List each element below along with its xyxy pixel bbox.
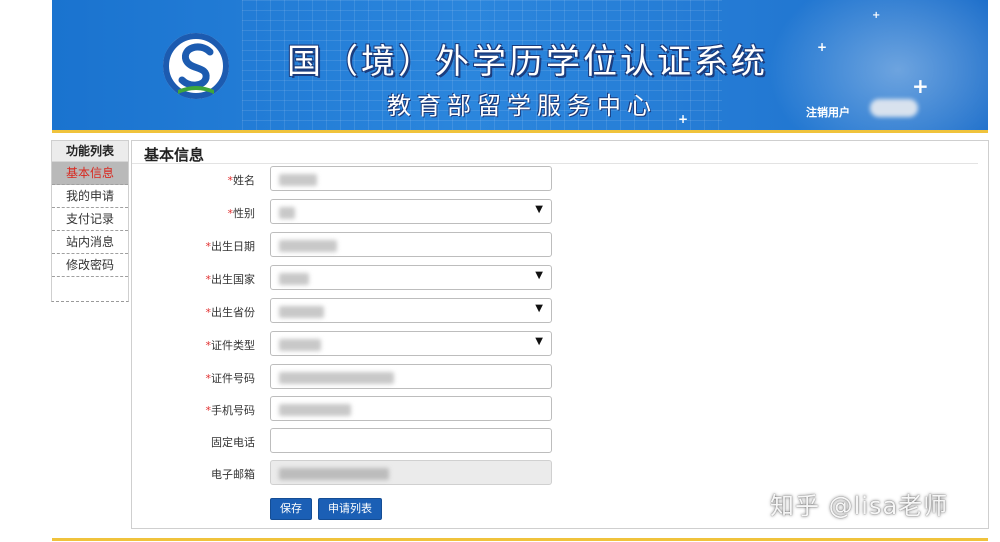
function-sidebar: 功能列表 基本信息 我的申请 支付记录 站内消息 修改密码 [51,140,129,302]
form-row-name: *姓名 [132,166,562,192]
form-row-gender: *性别 ▼ [132,199,562,225]
sidebar-item-site-messages[interactable]: 站内消息 [52,231,128,254]
banner-divider [52,130,988,133]
id-type-label: *证件类型 [205,339,256,352]
name-label: *姓名 [227,174,256,187]
birth-country-select[interactable]: ▼ [270,265,552,290]
sidebar-heading: 功能列表 [52,141,128,162]
sidebar-item-basic-info[interactable]: 基本信息 [52,162,128,185]
chevron-down-icon: ▼ [535,303,543,314]
sidebar-item-payment-records[interactable]: 支付记录 [52,208,128,231]
birth-country-label: *出生国家 [205,273,256,286]
basic-info-panel: 基本信息 *姓名 *性别 ▼ *出生日期 *出生国家 ▼ *出生省份 ▼ *证件… [131,140,989,529]
chevron-down-icon: ▼ [535,204,543,215]
sidebar-item-my-applications[interactable]: 我的申请 [52,185,128,208]
chevron-down-icon: ▼ [535,336,543,347]
footer-divider [52,538,988,541]
watermark-text: 知乎 @lisa老师 [770,492,949,520]
sparkle-icon: + [678,112,689,126]
section-divider [132,163,978,164]
redacted-value [279,404,351,416]
mobile-field[interactable] [270,396,552,421]
form-row-id-type: *证件类型 ▼ [132,331,562,357]
redacted-value [279,306,324,318]
birth-date-field[interactable] [270,232,552,257]
birth-province-label: *出生省份 [205,306,256,319]
section-title: 基本信息 [144,146,205,164]
form-row-birth-country: *出生国家 ▼ [132,265,562,291]
landline-field[interactable] [270,428,552,453]
landline-label: 固定电话 [211,436,255,449]
name-field[interactable] [270,166,552,191]
form-row-id-number: *证件号码 [132,364,562,390]
redacted-value [279,240,337,252]
form-row-landline: 固定电话 [132,428,562,454]
redacted-value [279,372,394,384]
email-label: 电子邮箱 [211,468,255,481]
gender-select[interactable]: ▼ [270,199,552,224]
sparkle-icon: + [872,10,881,21]
system-title: 国（境）外学历学位认证系统 [287,42,768,82]
id-number-label: *证件号码 [205,372,256,385]
form-row-birth-province: *出生省份 ▼ [132,298,562,324]
form-row-email: 电子邮箱 [132,460,562,486]
birth-province-select[interactable]: ▼ [270,298,552,323]
gender-label: *性别 [227,207,256,220]
redacted-value [279,273,309,285]
form-row-mobile: *手机号码 [132,396,562,422]
logout-link[interactable]: 注销用户 [806,104,850,120]
id-number-field[interactable] [270,364,552,389]
chevron-down-icon: ▼ [535,270,543,281]
redacted-value [279,207,295,219]
system-subtitle: 教育部留学服务中心 [387,92,657,120]
redacted-value [279,339,321,351]
username-redacted [870,99,918,117]
application-list-button[interactable]: 申请列表 [318,498,382,520]
email-field [270,460,552,485]
mobile-label: *手机号码 [205,404,256,417]
cscse-logo-icon [163,33,229,99]
save-button[interactable]: 保存 [270,498,312,520]
id-type-select[interactable]: ▼ [270,331,552,356]
redacted-value [279,468,389,480]
redacted-value [279,174,317,186]
form-row-birth-date: *出生日期 [132,232,562,258]
sidebar-item-change-password[interactable]: 修改密码 [52,254,128,277]
birth-date-label: *出生日期 [205,240,256,253]
sparkle-icon: + [817,40,828,54]
sparkle-icon: + [912,74,929,98]
